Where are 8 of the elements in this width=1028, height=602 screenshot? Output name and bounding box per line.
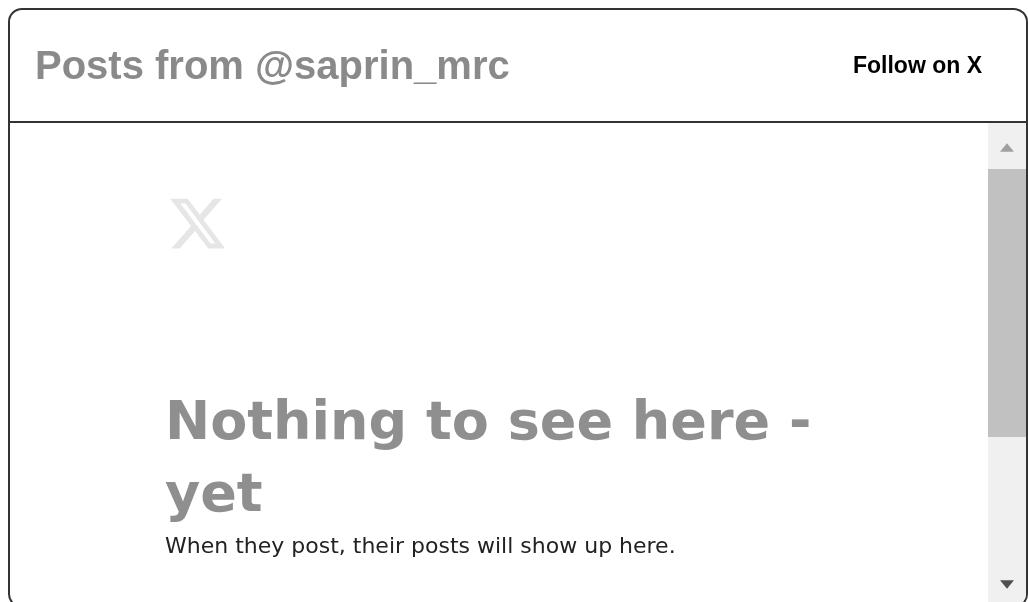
empty-state-message: When they post, their posts will show up here. bbox=[165, 533, 677, 558]
scrollbar[interactable] bbox=[988, 123, 1026, 602]
scroll-up-icon[interactable] bbox=[1000, 143, 1014, 152]
follow-link[interactable]: Follow on X bbox=[852, 52, 982, 79]
timeline-title: Posts from @saprin_mrc bbox=[35, 43, 510, 88]
empty-state-heading: Nothing to see here - yet bbox=[165, 388, 813, 526]
scroll-down-icon[interactable] bbox=[1000, 580, 1014, 589]
scrollbar-thumb[interactable] bbox=[988, 169, 1026, 437]
